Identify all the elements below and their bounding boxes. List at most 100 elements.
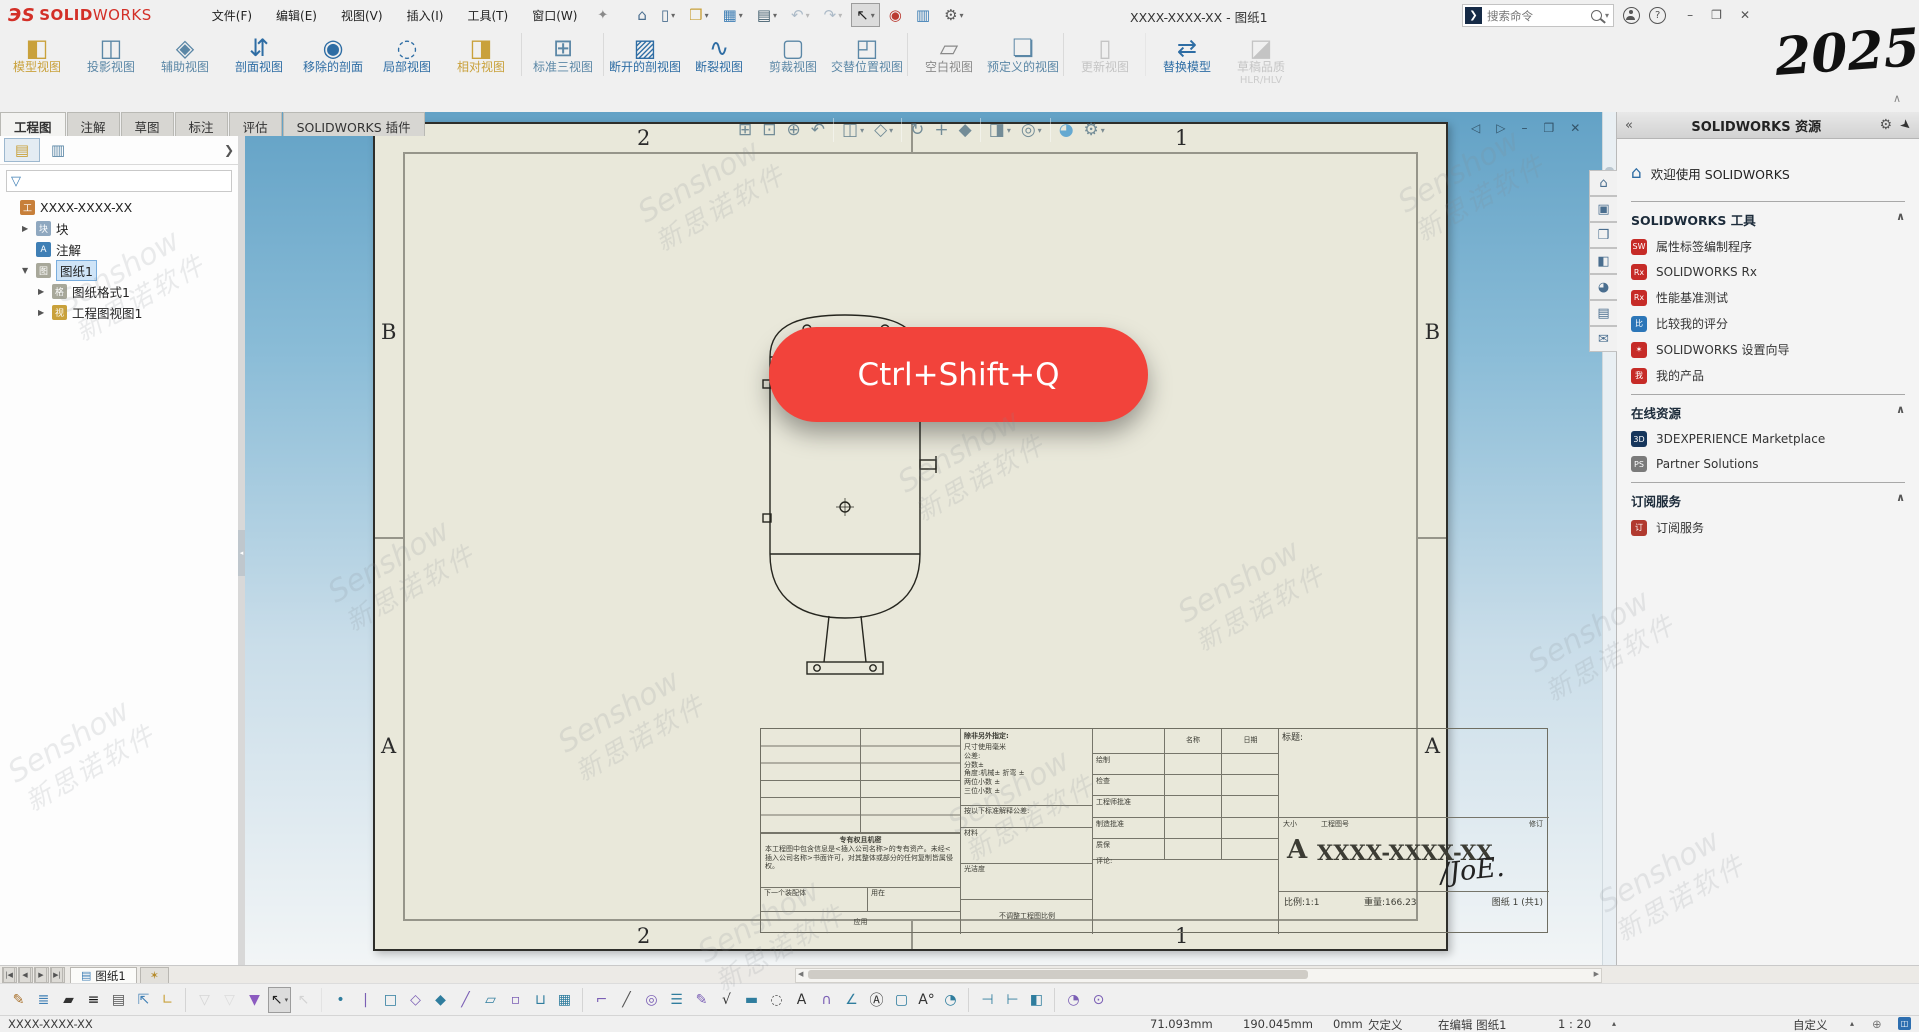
user-account-icon[interactable] [1623, 7, 1640, 24]
snap-point-small-button[interactable]: ▫ ▾ [504, 987, 527, 1013]
predefined-view-button[interactable]: ❏ 预定义的视图 [986, 33, 1064, 76]
tree-filter-input[interactable] [21, 174, 231, 189]
print-button[interactable]: ▤ ▾ [752, 3, 782, 27]
weld-symbol-button[interactable]: ◔ ▾ [1062, 987, 1085, 1013]
hide-show-items-button[interactable]: ◎ ▾ [1016, 118, 1051, 142]
dropdown-caret-icon[interactable]: ▾ [860, 126, 864, 135]
rebuild-traffic-light-button[interactable]: ◉ ▾ [884, 3, 907, 27]
menu-view[interactable]: 视图(V) [329, 3, 395, 28]
undo-button[interactable]: ↶ ▾ [786, 3, 815, 27]
tab-drawing[interactable]: 工程图 [0, 112, 66, 136]
relative-view-button[interactable]: ◨ 相对视图 [444, 33, 522, 76]
standard-3-view-button[interactable]: ⊞ 标准三视图 [526, 33, 604, 76]
gear-icon[interactable]: ⚙ [1880, 117, 1893, 133]
scale-caret-icon[interactable]: ▴ [1612, 1019, 1616, 1028]
tab-annotation[interactable]: 注解 [67, 112, 120, 136]
expand-arrow-icon[interactable]: ▼ [22, 266, 36, 275]
pane-tab-appearances[interactable]: ◕ [1589, 274, 1617, 300]
dropdown-caret-icon[interactable]: ▾ [960, 11, 964, 20]
close-document-button[interactable]: ✕ [1562, 120, 1588, 136]
layer-properties-button[interactable]: ✎ ▾ [7, 987, 30, 1013]
section-view-button[interactable]: ◫ ▾ [837, 118, 869, 142]
snap-solid-button[interactable]: ◆ ▾ [429, 987, 452, 1013]
restore-document-button[interactable]: ❐ [1535, 120, 1562, 136]
hide-show-edges-button[interactable]: ⇱ ▾ [132, 987, 155, 1013]
search-caret-icon[interactable]: ▾ [1605, 11, 1609, 20]
alternate-position-view-button[interactable]: ◰ 交替位置视图 [830, 33, 908, 76]
dropdown-caret-icon[interactable]: ▾ [889, 126, 893, 135]
snap-slot-button[interactable]: ⊔ ▾ [529, 987, 552, 1013]
snap-angle-button[interactable]: ∠ ▾ [840, 987, 863, 1013]
next-window-button[interactable]: ▷ [1488, 120, 1513, 136]
panel-expand-icon[interactable]: ❯ [224, 143, 234, 157]
empty-view-button[interactable]: ▱ 空白视图 [912, 33, 986, 76]
tree-item-drawing-view1[interactable]: ▶ 视 工程图视图1 [0, 302, 238, 323]
item-3dexperience-marketplace[interactable]: 3D 3DEXPERIENCE Marketplace [1631, 431, 1905, 447]
snap-corner-button[interactable]: ⌐ ▾ [590, 987, 613, 1013]
expand-arrow-icon[interactable]: ▶ [22, 224, 36, 233]
restore-window-button[interactable]: ❐ [1702, 6, 1731, 24]
pane-tab-view-palette[interactable]: ◧ [1589, 248, 1617, 274]
dropdown-caret-icon[interactable]: ▾ [739, 11, 743, 20]
help-icon[interactable]: ? [1649, 7, 1666, 24]
tab-sketch[interactable]: 草图 [121, 112, 174, 136]
snap-rhombus-button[interactable]: ◇ ▾ [404, 987, 427, 1013]
break-view-button[interactable]: ∿ 断裂视图 [682, 33, 756, 76]
snap-target-button[interactable]: ◎ ▾ [640, 987, 663, 1013]
snap-balloon-button[interactable]: ▬ ▾ [740, 987, 763, 1013]
crop-view-button[interactable]: ▢ 剪裁视图 [756, 33, 830, 76]
options-button[interactable]: ⚙ ▾ [939, 3, 968, 27]
removed-section-button[interactable]: ◉ 移除的剖面 [296, 33, 370, 76]
pane-tab-custom-properties[interactable]: ▤ [1589, 300, 1617, 326]
menu-file[interactable]: 文件(F) [200, 3, 264, 28]
item-settings-wizard[interactable]: ✶ SOLIDWORKS 设置向导 [1631, 341, 1905, 358]
menu-insert[interactable]: 插入(I) [395, 3, 456, 28]
draft-quality-button[interactable]: ◪ 草稿品质 HLR/HLV [1224, 33, 1298, 89]
chevron-up-icon[interactable]: ∧ [1896, 210, 1905, 229]
snap-auto-balloon-button[interactable]: Ⓐ ▾ [865, 987, 888, 1013]
line-thickness-button[interactable]: ≡ ▾ [82, 987, 105, 1013]
pane-tab-file-explorer[interactable]: ❒ [1589, 222, 1617, 248]
snap-grid-button[interactable]: ▦ ▾ [554, 988, 583, 1012]
snap-sketch-button[interactable]: ✎ ▾ [690, 987, 713, 1013]
open-document-button[interactable]: ❒ ▾ [684, 3, 713, 27]
ribbon-collapse-icon[interactable]: ∧ [1893, 92, 1901, 105]
filter-faces-button[interactable]: ▽ ▾ [218, 987, 241, 1013]
tree-item-blocks[interactable]: ▶ 块 块 [0, 218, 238, 239]
datum-right-button[interactable]: ⊢ ▾ [1001, 987, 1024, 1013]
snap-edge-button[interactable]: ╱ ▾ [615, 987, 638, 1013]
expand-arrow-icon[interactable]: ▶ [38, 308, 52, 317]
lasso-select-button[interactable]: ↖ ▾ [293, 988, 322, 1012]
unit-caret-icon[interactable]: ▴ [1850, 1019, 1854, 1028]
save-button[interactable]: ▦ ▾ [718, 3, 748, 27]
snap-radical-button[interactable]: √ ▾ [715, 987, 738, 1013]
color-display-mode-button[interactable]: ∟ ▾ [157, 988, 186, 1012]
toggle-selection-filters-button[interactable]: ▼ ▾ [243, 987, 266, 1013]
area-hatch-button[interactable]: ◧ ▾ [1026, 988, 1055, 1012]
dropdown-caret-icon[interactable]: ▾ [871, 11, 875, 20]
pin-icon[interactable]: ➤ [1897, 116, 1915, 135]
snap-point-button[interactable]: • ▾ [329, 987, 352, 1013]
chevron-up-icon[interactable]: ∧ [1896, 403, 1905, 422]
item-performance-benchmark[interactable]: Rx 性能基准测试 [1631, 289, 1905, 306]
snap-rectangle-button[interactable]: □ ▾ [379, 987, 402, 1013]
search-input[interactable] [1485, 8, 1591, 24]
snap-arc-button[interactable]: ∩ ▾ [815, 987, 838, 1013]
property-manager-tab[interactable]: ▥ [40, 138, 76, 162]
snap-box-button[interactable]: ▢ ▾ [890, 987, 913, 1013]
next-sheet-button[interactable]: ▶ [34, 967, 49, 983]
display-style-button[interactable]: ◨ ▾ [984, 118, 1016, 142]
scrollbar-thumb[interactable] [808, 970, 1308, 979]
rotate-view-button[interactable]: ↻ ▾ [905, 118, 929, 142]
view-settings-button[interactable]: ⚙ ▾ [1079, 118, 1110, 142]
file-properties-button[interactable]: ▥ ▾ [911, 3, 935, 27]
tab-addins[interactable]: SOLIDWORKS 插件 [283, 112, 425, 136]
item-compare-my-score[interactable]: 比 比较我的评分 [1631, 315, 1905, 332]
projected-view-button[interactable]: ◫ 投影视图 [74, 33, 148, 76]
layer-list-button[interactable]: ≣ ▾ [32, 987, 55, 1013]
item-solidworks-rx[interactable]: Rx SOLIDWORKS Rx [1631, 264, 1905, 280]
snap-magnifier-button[interactable]: ◌ ▾ [765, 987, 788, 1013]
zoom-in-out-button[interactable]: ⊕ ▾ [782, 118, 806, 142]
tree-item-sheet-format1[interactable]: ▶ 格 图纸格式1 [0, 281, 238, 302]
tab-evaluate[interactable]: 评估 [229, 112, 282, 136]
